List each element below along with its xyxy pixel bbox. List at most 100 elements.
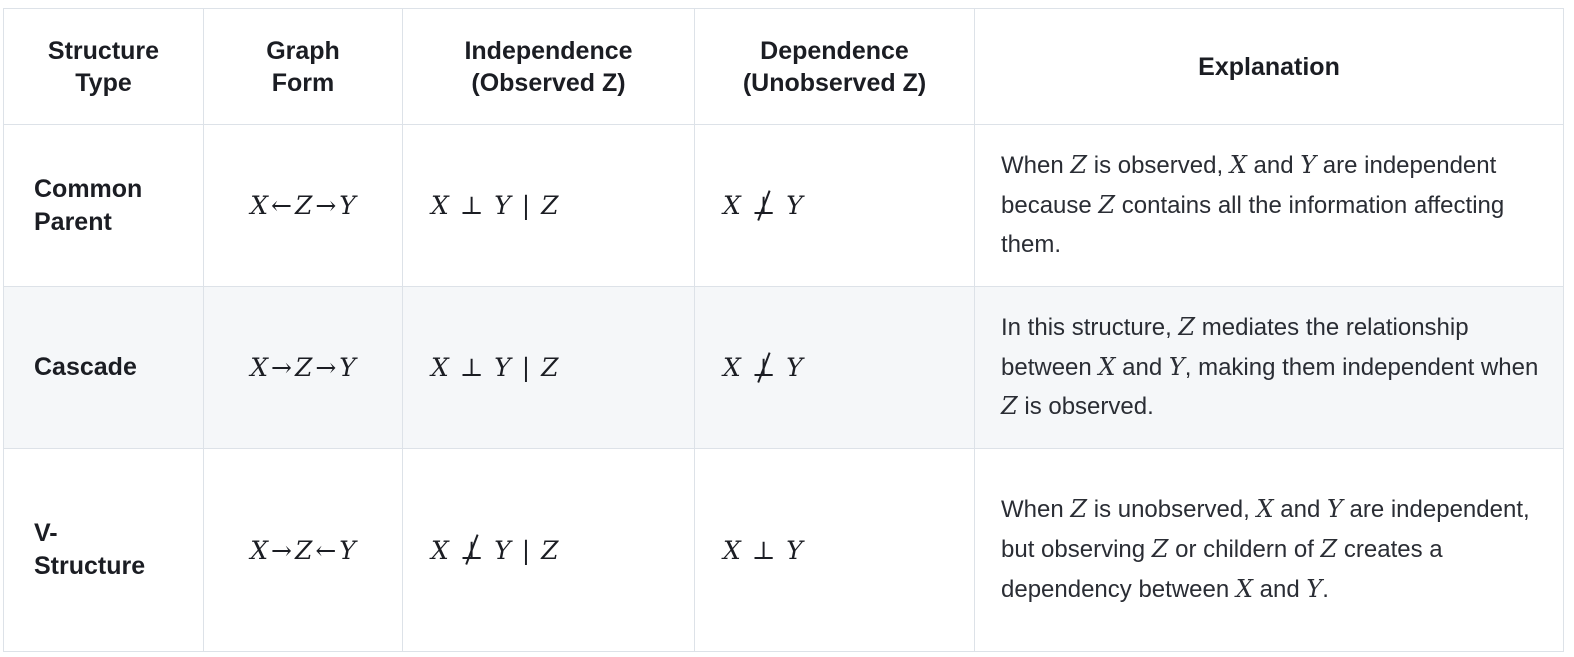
explanation-text: and [1273, 496, 1327, 524]
explanation-variable: Z [1070, 495, 1088, 524]
explanation-variable: Y [1326, 495, 1343, 524]
explanation-text: In this structure, [1001, 313, 1179, 341]
explanation-text: and [1252, 575, 1307, 603]
graph-node-x: X [250, 535, 268, 565]
cell-independence: X ⊥ Y | Z [402, 286, 695, 449]
explanation-variable: Z [1098, 190, 1116, 219]
explanation-text: When [1001, 151, 1071, 179]
explanation-text: and [1115, 353, 1169, 381]
header-line-1: Explanation [1198, 52, 1340, 81]
table-row: V- Structure X→Z←Y X ⊥ Y | Z X ⊥ Y When … [3, 448, 1564, 652]
explanation-variable: Z [1320, 535, 1338, 564]
explanation-variable: X [1229, 150, 1247, 179]
cell-explanation: In this structure, Z mediates the relati… [974, 286, 1564, 449]
header-row: Structure Type Graph Form Independence (… [3, 8, 1564, 125]
column-header-structure-type: Structure Type [3, 8, 204, 125]
cell-structure-type: V- Structure [3, 448, 204, 652]
indep-relation-symbol: ⊥ [457, 534, 487, 565]
indep-var-z: Z [541, 191, 559, 220]
header-line-2: Form [271, 68, 335, 97]
indep-conditional-bar: | [521, 191, 531, 220]
explanation-text: is observed, [1087, 151, 1230, 179]
graph-node-z: Z [294, 535, 313, 565]
dep-var-x: X [723, 535, 741, 565]
graph-arrow-2: ← [315, 535, 337, 565]
explanation-variable: Y [1168, 352, 1185, 381]
table-row: Common Parent X←Z→Y X ⊥ Y | Z X ⊥ Y When… [3, 124, 1564, 287]
explanation-text: is observed. [1017, 393, 1154, 421]
graph-node-y: Y [339, 191, 356, 220]
dep-relation-symbol: ⊥ [749, 189, 779, 220]
indep-var-y: Y [494, 535, 511, 565]
cell-explanation: When Z is unobserved, X and Y are indepe… [974, 448, 1564, 652]
structures-table-container: Structure Type Graph Form Independence (… [3, 8, 1564, 652]
indep-var-x: X [431, 535, 449, 565]
indep-conditional-bar: | [521, 353, 531, 382]
column-header-graph-form: Graph Form [203, 8, 403, 125]
column-header-explanation: Explanation [974, 8, 1564, 125]
graph-node-y: Y [339, 535, 356, 565]
dep-var-y: Y [786, 191, 803, 220]
cell-independence: X ⊥ Y | Z [402, 448, 695, 652]
cell-dependence: X ⊥ Y [694, 448, 975, 652]
explanation-text: , making them independent when [1184, 353, 1539, 381]
explanation-variable: X [1256, 495, 1274, 524]
graph-node-z: Z [294, 191, 313, 220]
table-header: Structure Type Graph Form Independence (… [3, 8, 1564, 125]
dep-var-x: X [723, 353, 741, 382]
graph-node-x: X [250, 353, 268, 382]
dep-var-x: X [723, 191, 741, 220]
cell-dependence: X ⊥ Y [694, 286, 975, 449]
causal-structures-table: Structure Type Graph Form Independence (… [3, 8, 1564, 652]
dep-relation-symbol: ⊥ [751, 535, 776, 565]
column-header-independence: Independence (Observed Z) [402, 8, 695, 125]
indep-relation-symbol: ⊥ [459, 353, 484, 382]
explanation-variable: Y [1300, 150, 1317, 179]
indep-var-z: Z [541, 353, 559, 382]
header-line-2: Type [75, 68, 132, 97]
header-line-1: Structure [47, 36, 160, 65]
table-row: Cascade X→Z→Y X ⊥ Y | Z X ⊥ Y In this st… [3, 286, 1564, 449]
explanation-text: is unobserved, [1087, 496, 1257, 524]
explanation-text: When [1001, 496, 1071, 524]
cell-independence: X ⊥ Y | Z [402, 124, 695, 287]
indep-relation-symbol: ⊥ [459, 191, 484, 220]
indep-var-x: X [431, 353, 449, 382]
cell-graph-form: X ← Z → Y [203, 124, 403, 287]
indep-conditional-bar: | [521, 535, 531, 565]
indep-var-y: Y [494, 191, 511, 220]
indep-var-y: Y [494, 353, 511, 382]
dep-var-y: Y [786, 535, 803, 565]
graph-arrow-1: → [271, 535, 292, 565]
indep-var-x: X [431, 191, 449, 220]
explanation-text: and [1246, 151, 1301, 179]
explanation-variable: X [1235, 574, 1253, 603]
explanation-text: . [1322, 575, 1329, 603]
header-line-2: (Observed Z) [471, 68, 626, 97]
explanation-variable: Y [1306, 574, 1323, 603]
cell-structure-type: Cascade [3, 286, 204, 449]
explanation-variable: Z [1151, 535, 1169, 564]
graph-node-x: X [250, 191, 268, 220]
graph-arrow-1: → [271, 353, 292, 382]
indep-var-z: Z [541, 535, 559, 565]
graph-node-y: Y [339, 353, 356, 382]
cell-dependence: X ⊥ Y [694, 124, 975, 287]
cell-graph-form: X → Z ← Y [203, 448, 403, 652]
graph-arrow-2: → [315, 353, 337, 382]
explanation-variable: Z [1070, 150, 1088, 179]
header-line-1: Graph [266, 36, 340, 65]
table-body: Common Parent X←Z→Y X ⊥ Y | Z X ⊥ Y When… [3, 124, 1564, 652]
explanation-text: or childern of [1168, 536, 1321, 564]
dep-relation-symbol: ⊥ [749, 351, 779, 382]
header-line-2: (Unobserved Z) [742, 68, 927, 97]
explanation-variable: Z [1001, 392, 1018, 421]
explanation-variable: X [1098, 352, 1116, 381]
graph-arrow-2: → [315, 191, 337, 220]
cell-graph-form: X → Z → Y [203, 286, 403, 449]
explanation-variable: Z [1178, 312, 1196, 341]
cell-explanation: When Z is observed, X and Y are independ… [974, 124, 1564, 287]
graph-node-z: Z [294, 353, 313, 382]
header-line-1: Dependence [760, 36, 909, 65]
column-header-dependence: Dependence (Unobserved Z) [694, 8, 975, 125]
